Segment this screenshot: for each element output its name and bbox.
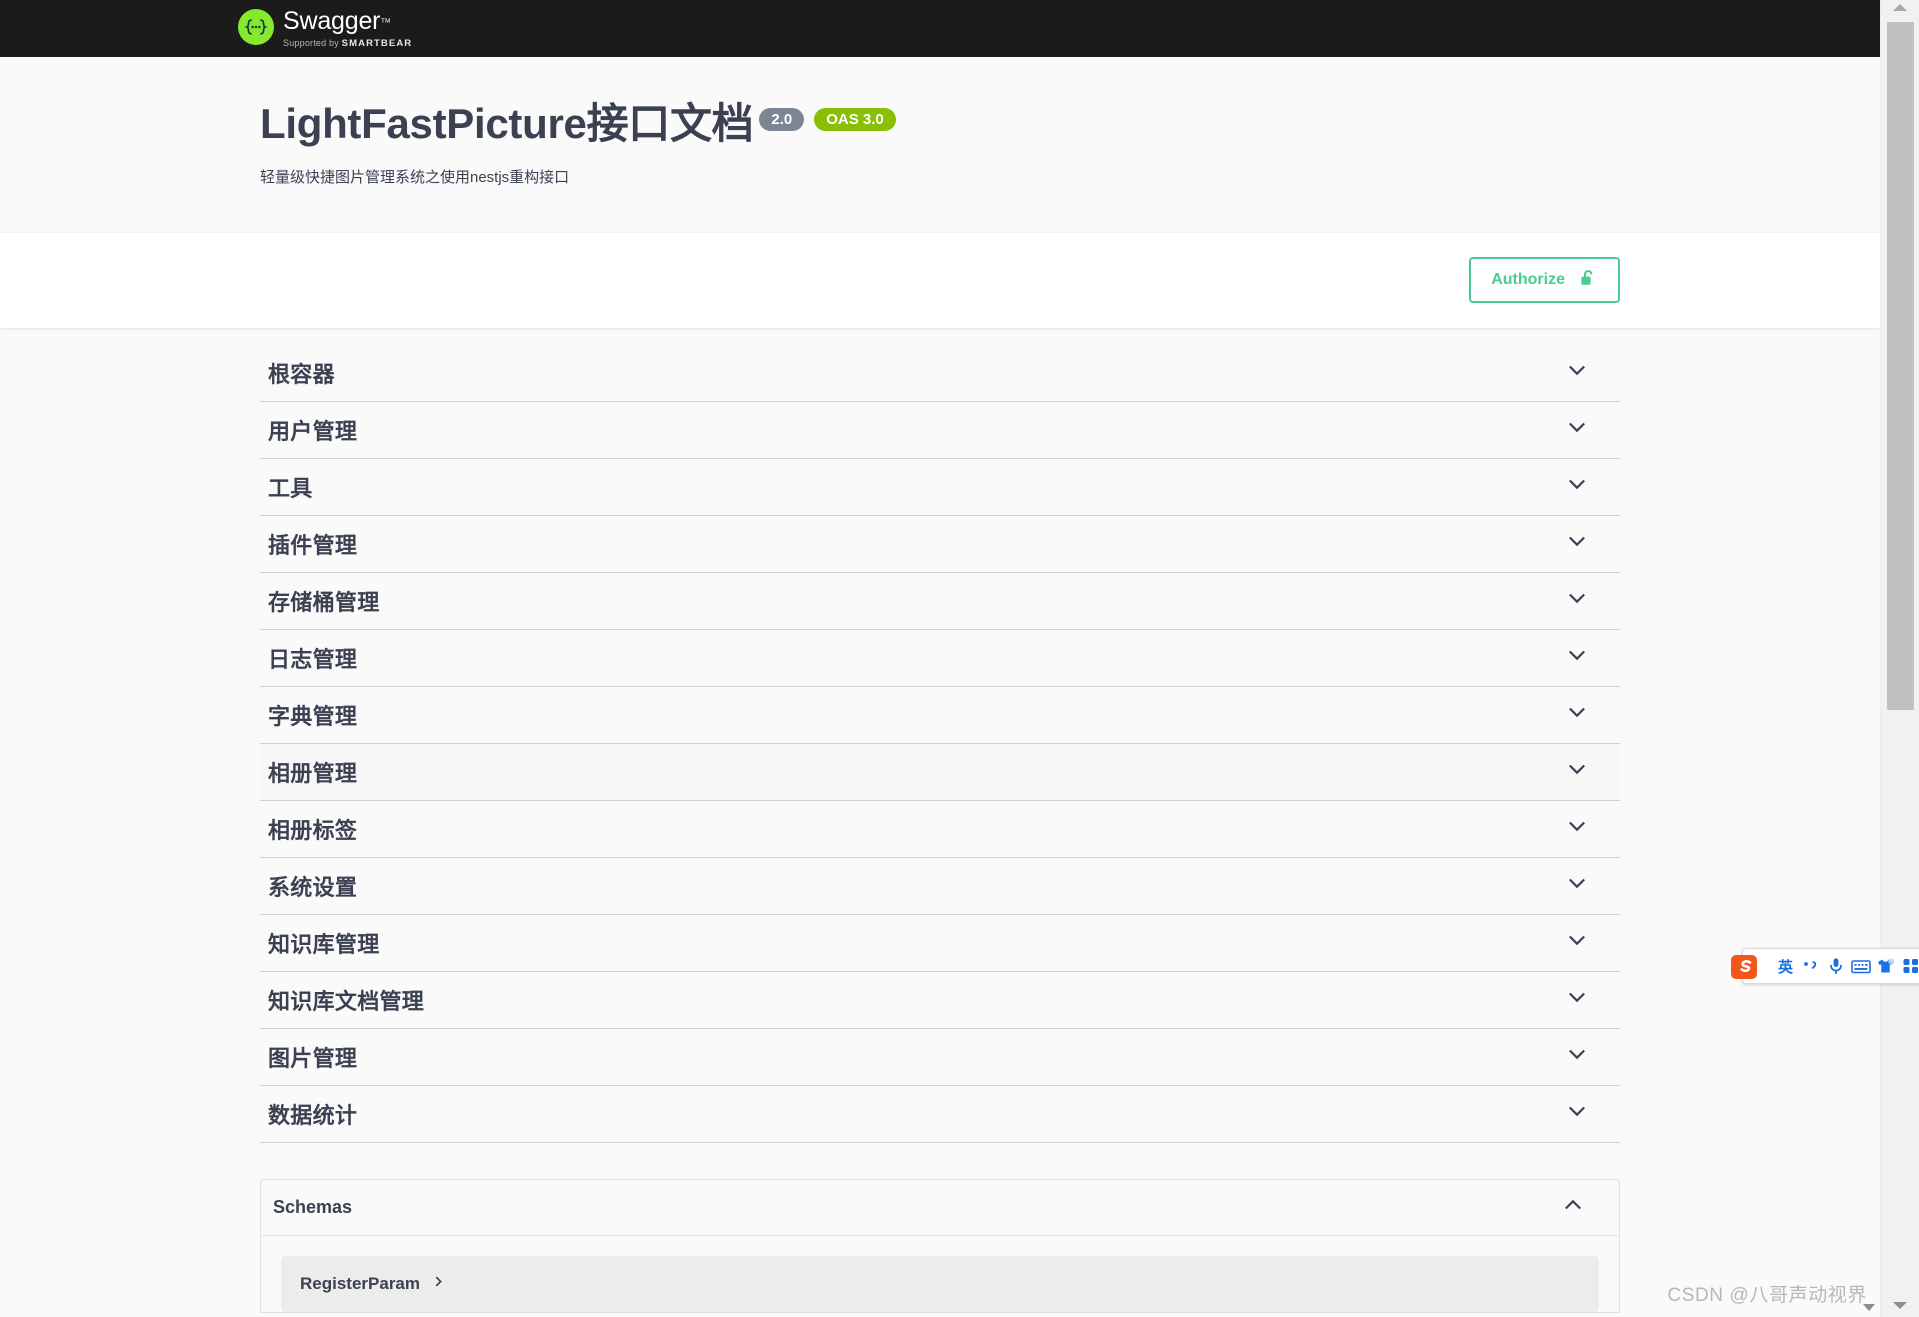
- title-row: LightFastPicture接口文档 2.0 OAS 3.0: [260, 100, 1620, 148]
- tag-row[interactable]: 用户管理: [260, 402, 1620, 459]
- chevron-right-icon[interactable]: [432, 1275, 445, 1293]
- schemas-header[interactable]: Schemas: [261, 1180, 1619, 1236]
- tag-row[interactable]: 图片管理: [260, 1029, 1620, 1086]
- brand-tm: ™: [380, 17, 392, 29]
- page-viewport: Swagger™ Supported by SMARTBEAR LightFas…: [0, 0, 1880, 1317]
- tag-label: 知识库管理: [268, 931, 380, 957]
- tag-label: 字典管理: [268, 703, 358, 729]
- punctuation-toggle-icon[interactable]: [1798, 951, 1823, 981]
- chevron-down-icon[interactable]: [1566, 986, 1608, 1013]
- page-scrollbar[interactable]: [1880, 0, 1919, 1317]
- operations-tag-list: 根容器用户管理工具插件管理存储桶管理日志管理字典管理相册管理相册标签系统设置知识…: [0, 329, 1880, 1143]
- watermark-caret-icon: [1863, 1304, 1875, 1311]
- tag-label: 知识库文档管理: [268, 988, 425, 1014]
- tag-label: 日志管理: [268, 646, 358, 672]
- sogou-ime-toolbar[interactable]: 英: [1731, 948, 1919, 984]
- tag-label: 存储桶管理: [268, 589, 380, 615]
- tag-label: 插件管理: [268, 532, 358, 558]
- tag-row[interactable]: 系统设置: [260, 858, 1620, 915]
- chevron-down-icon[interactable]: [1566, 1100, 1608, 1127]
- models-section: Schemas RegisterParam: [240, 1178, 1640, 1313]
- microphone-icon[interactable]: [1823, 951, 1848, 981]
- swagger-logo-text: Swagger™ Supported by SMARTBEAR: [283, 8, 412, 49]
- schemas-body: RegisterParam: [261, 1236, 1619, 1312]
- app-grid-icon[interactable]: [1898, 951, 1919, 981]
- skin-tshirt-icon[interactable]: [1873, 951, 1898, 981]
- swagger-logo-link[interactable]: Swagger™ Supported by SMARTBEAR: [238, 8, 412, 49]
- chevron-up-icon[interactable]: [1562, 1194, 1604, 1221]
- swagger-braces-logo-icon: [238, 9, 274, 45]
- api-description: 轻量级快捷图片管理系统之使用nestjs重构接口: [260, 169, 570, 187]
- version-badge: 2.0: [759, 108, 805, 131]
- tag-label: 根容器: [268, 361, 335, 387]
- tag-row[interactable]: 字典管理: [260, 687, 1620, 744]
- model-row[interactable]: RegisterParam: [281, 1255, 1599, 1312]
- chevron-down-icon[interactable]: [1566, 416, 1608, 443]
- csdn-watermark: CSDN @八哥声动视界: [1667, 1285, 1867, 1306]
- tag-row[interactable]: 数据统计: [260, 1086, 1620, 1143]
- tag-row[interactable]: 插件管理: [260, 516, 1620, 573]
- tag-label: 数据统计: [268, 1102, 358, 1128]
- chevron-down-icon[interactable]: [1566, 359, 1608, 386]
- tag-label: 图片管理: [268, 1045, 358, 1071]
- authorize-button[interactable]: Authorize: [1469, 257, 1620, 304]
- supported-by-label: Supported by: [283, 38, 339, 48]
- tag-label: 相册管理: [268, 760, 358, 786]
- swagger-ui-page: Swagger™ Supported by SMARTBEAR LightFas…: [0, 0, 1919, 1317]
- tag-row[interactable]: 知识库管理: [260, 915, 1620, 972]
- unlocked-padlock-icon: [1578, 268, 1598, 292]
- language-mode-label: 英: [1777, 958, 1793, 976]
- chevron-down-icon[interactable]: [1566, 530, 1608, 557]
- soft-keyboard-icon[interactable]: [1848, 951, 1873, 981]
- tag-row[interactable]: 存储桶管理: [260, 573, 1620, 630]
- api-info-block: LightFastPicture接口文档 2.0 OAS 3.0 轻量级快捷图片…: [0, 57, 1880, 232]
- chevron-down-icon[interactable]: [1566, 473, 1608, 500]
- smartbear-label: SMARTBEAR: [341, 38, 413, 49]
- tag-row[interactable]: 日志管理: [260, 630, 1620, 687]
- scroll-up-arrow-icon[interactable]: [1893, 4, 1907, 11]
- scroll-down-arrow-icon[interactable]: [1893, 1302, 1907, 1309]
- chevron-down-icon[interactable]: [1566, 815, 1608, 842]
- schemas-title: Schemas: [273, 1196, 353, 1217]
- language-mode-icon[interactable]: 英: [1773, 951, 1798, 981]
- chevron-down-icon[interactable]: [1566, 644, 1608, 671]
- chevron-down-icon[interactable]: [1566, 758, 1608, 785]
- sogou-s-logo-icon[interactable]: [1729, 951, 1761, 983]
- chevron-down-icon[interactable]: [1566, 929, 1608, 956]
- page-title: LightFastPicture接口文档: [260, 100, 754, 147]
- tag-row[interactable]: 知识库文档管理: [260, 972, 1620, 1029]
- chevron-down-icon[interactable]: [1566, 1043, 1608, 1070]
- tag-label: 工具: [268, 475, 313, 501]
- authorize-button-label: Authorize: [1491, 271, 1565, 289]
- tag-label: 相册标签: [268, 817, 358, 843]
- chevron-down-icon[interactable]: [1566, 872, 1608, 899]
- scheme-container: Authorize: [0, 231, 1880, 329]
- scrollbar-thumb[interactable]: [1887, 22, 1914, 710]
- tag-row[interactable]: 相册标签: [260, 801, 1620, 858]
- tag-row[interactable]: 根容器: [260, 345, 1620, 402]
- tag-label: 系统设置: [268, 874, 358, 900]
- brand-name: Swagger: [283, 7, 381, 35]
- tag-label: 用户管理: [268, 418, 358, 444]
- model-name: RegisterParam: [300, 1273, 421, 1293]
- topbar: Swagger™ Supported by SMARTBEAR: [0, 0, 1880, 57]
- chevron-down-icon[interactable]: [1566, 587, 1608, 614]
- chevron-down-icon[interactable]: [1566, 701, 1608, 728]
- oas-version-badge: OAS 3.0: [814, 108, 896, 131]
- tag-row[interactable]: 相册管理: [260, 743, 1620, 801]
- tag-row[interactable]: 工具: [260, 459, 1620, 516]
